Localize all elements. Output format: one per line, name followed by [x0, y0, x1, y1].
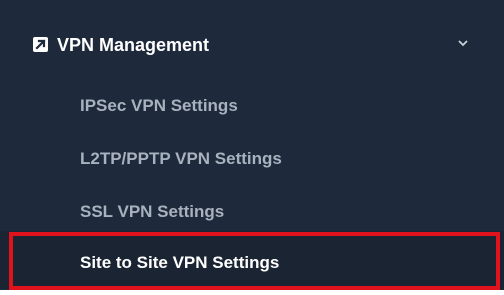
menu-item-label: L2TP/PPTP VPN Settings: [80, 149, 282, 168]
menu-item-l2tp-pptp-vpn-settings[interactable]: L2TP/PPTP VPN Settings: [0, 133, 504, 185]
external-link-icon: [33, 37, 48, 52]
menu-header-label: VPN Management: [57, 35, 210, 55]
menu-item-site-to-site-vpn-settings[interactable]: Site to Site VPN Settings: [0, 231, 504, 289]
menu-item-label: IPSec VPN Settings: [80, 96, 238, 115]
menu-item-label: Site to Site VPN Settings: [80, 253, 280, 272]
menu-item-ipsec-vpn-settings[interactable]: IPSec VPN Settings: [0, 80, 504, 132]
vpn-management-menu-toggle[interactable]: VPN Management: [0, 0, 504, 88]
sidebar-menu: VPN Management IPSec VPN Settings L2TP/P…: [0, 0, 504, 290]
chevron-down-icon[interactable]: [457, 38, 469, 48]
menu-item-label: SSL VPN Settings: [80, 202, 225, 221]
